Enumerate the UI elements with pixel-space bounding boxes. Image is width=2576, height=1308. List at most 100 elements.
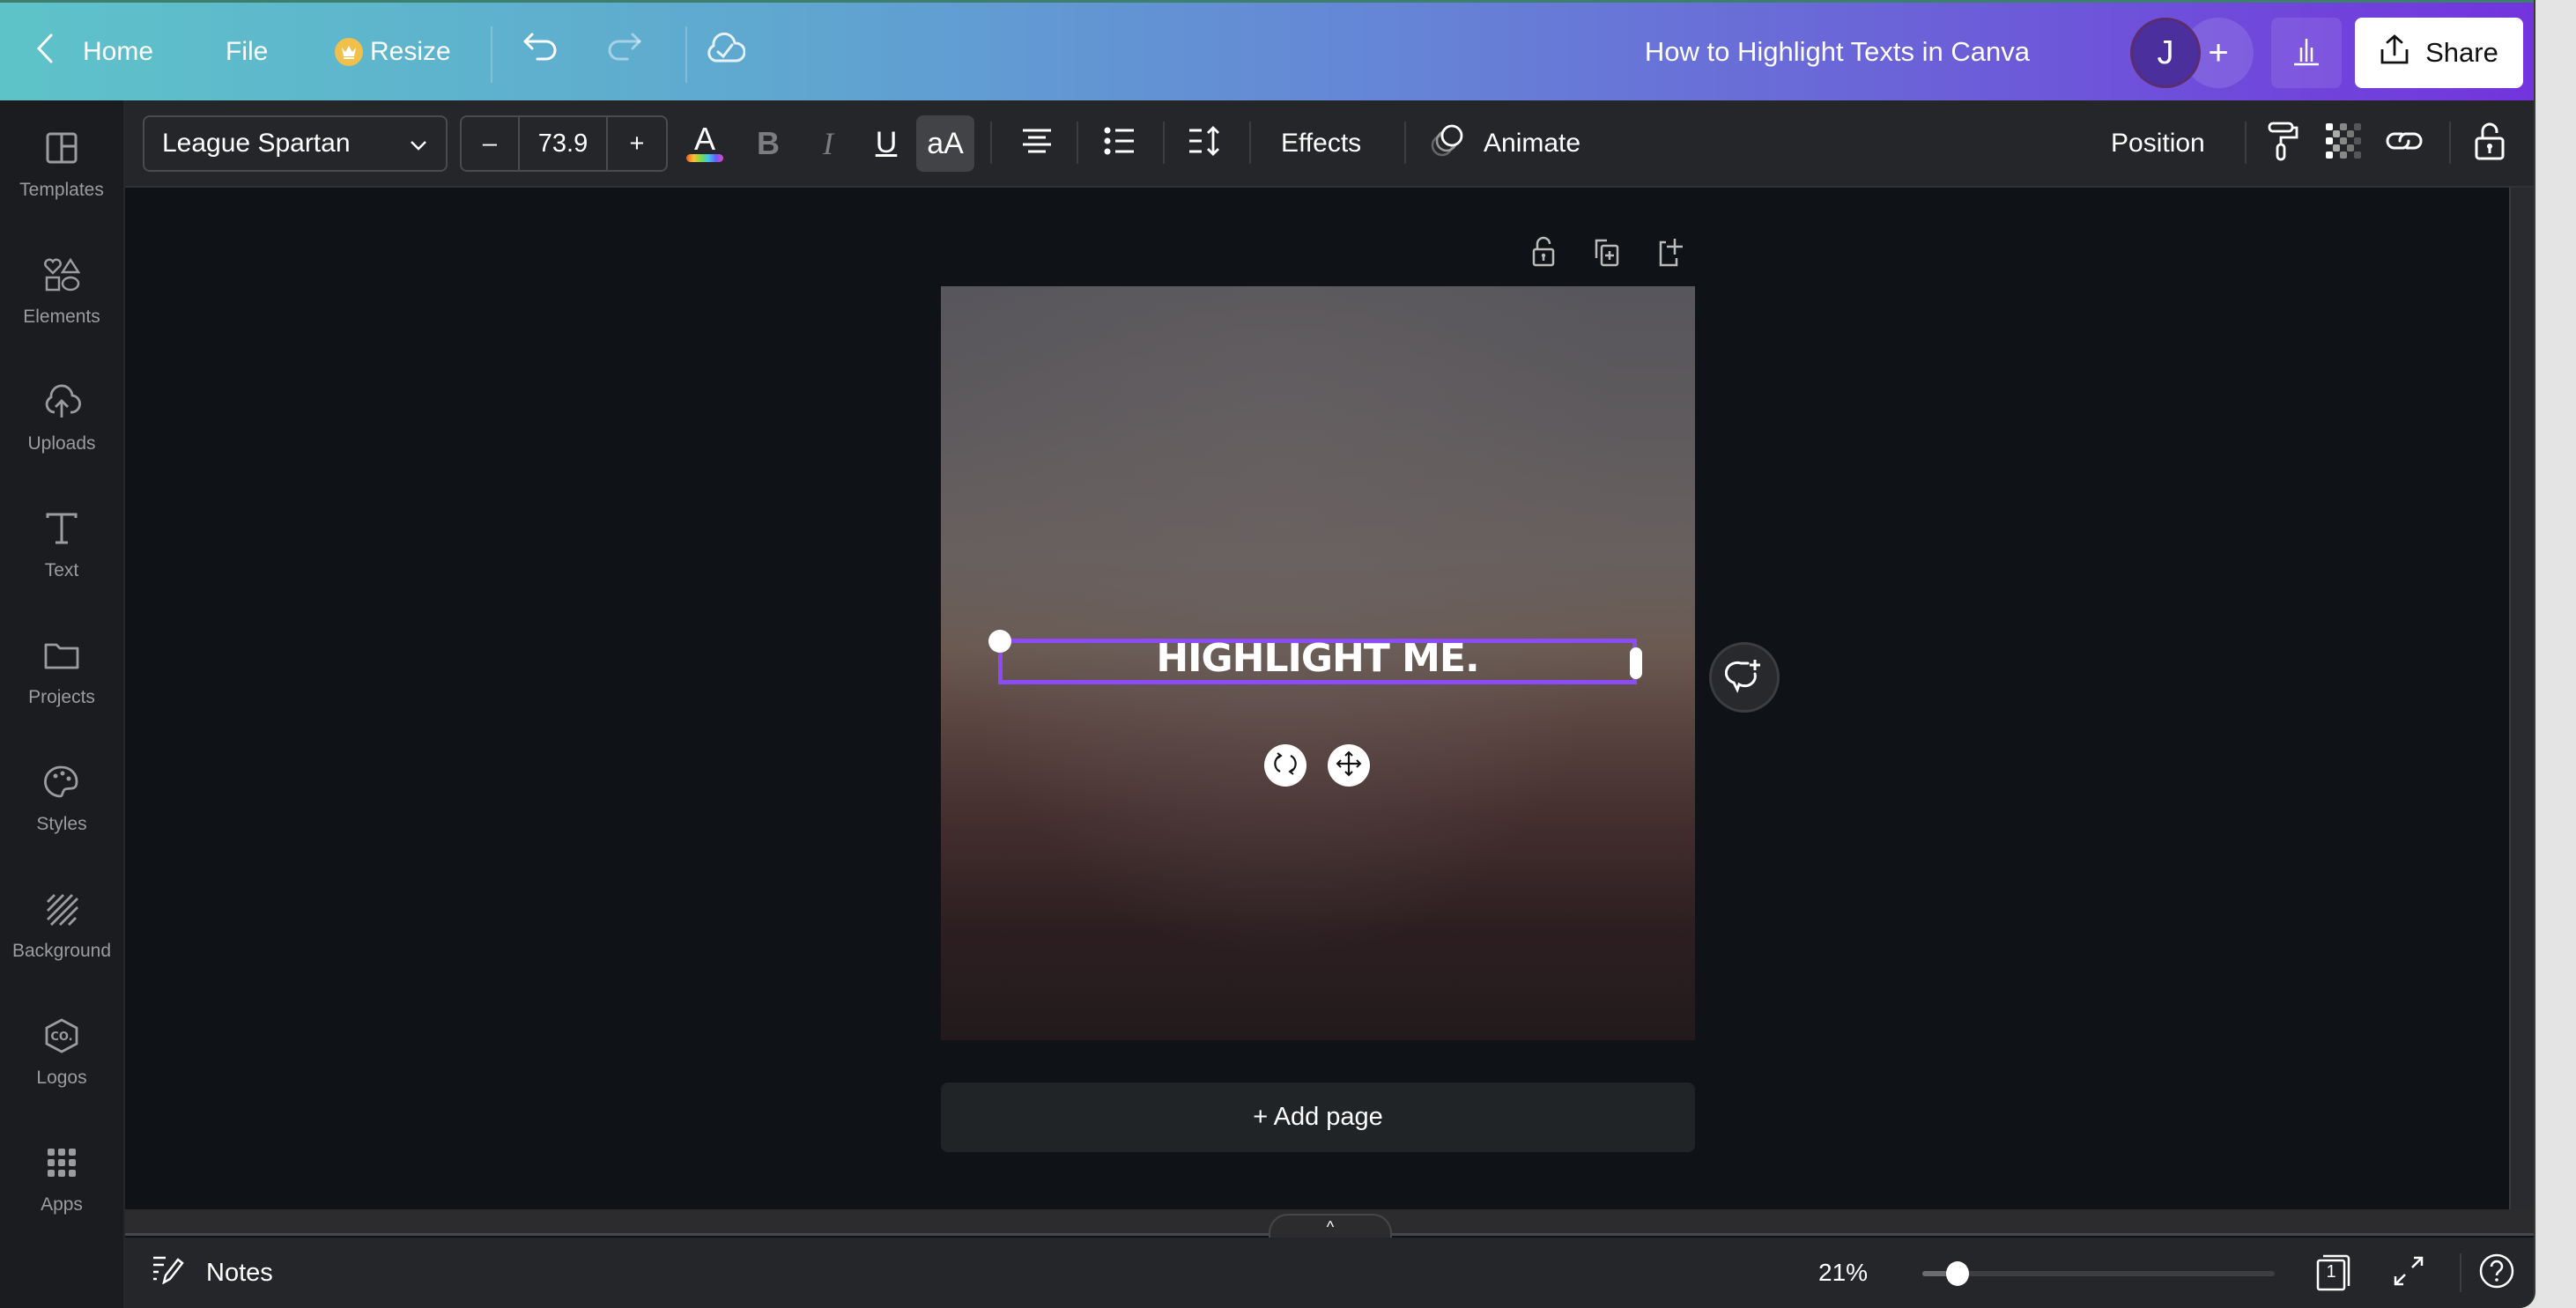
increase-font-size-button[interactable]: + [608,117,666,170]
animate-label: Animate [1484,128,1581,158]
animate-button[interactable]: Animate [1429,100,1580,186]
palette-icon [42,763,81,807]
position-button[interactable]: Position [2111,100,2205,186]
sidebar-item-uploads[interactable]: Uploads [0,361,123,476]
folder-icon [42,636,81,680]
effects-button[interactable]: Effects [1281,100,1361,186]
text-icon [42,509,81,553]
zoom-percentage[interactable]: 21% [1818,1238,1868,1308]
duplicate-page-button[interactable] [1588,234,1626,273]
letter-case-icon: aA [927,126,964,160]
list-button[interactable] [1098,100,1142,186]
crown-icon [335,37,363,66]
bold-button[interactable]: B [749,100,788,186]
undo-button[interactable] [522,3,560,100]
apps-grid-icon [42,1143,81,1187]
add-new-page-button[interactable] [1651,234,1690,273]
link-button[interactable] [2384,100,2424,186]
chevron-down-icon [409,129,428,159]
rotate-button[interactable] [1264,744,1307,787]
sidebar-item-styles[interactable]: Styles [0,742,123,856]
resize-handle-corner[interactable] [988,630,1011,653]
rotate-icon [1273,750,1298,781]
home-label: Home [83,36,154,66]
cloud-check-icon [705,31,746,73]
copy-style-button[interactable] [2266,100,2301,186]
redo-button[interactable] [604,3,643,100]
text-color-button[interactable]: A [685,100,724,186]
sidebar-item-elements[interactable]: Elements [0,234,123,349]
page-count-number: 1 [2326,1262,2336,1282]
zoom-slider-thumb[interactable] [1946,1261,1969,1286]
share-button[interactable]: Share [2355,18,2523,88]
home-button[interactable]: Home [35,3,153,100]
position-label: Position [2111,128,2205,158]
add-page-button[interactable]: + Add page [941,1083,1695,1152]
toolbar-divider [2245,122,2247,164]
add-comment-button[interactable] [1709,642,1780,713]
sidebar-label: Text [44,560,79,580]
decrease-font-size-button[interactable]: – [462,117,520,170]
sidebar-item-background[interactable]: Background [0,868,123,983]
underline-icon: U [875,126,898,159]
notes-pencil-icon [152,1254,187,1291]
share-label: Share [2425,37,2498,68]
resize-label: Resize [370,36,451,66]
sidebar-item-text[interactable]: Text [0,488,123,602]
sidebar-label: Background [11,941,112,961]
save-status-button[interactable] [705,3,746,100]
highlight-text-element[interactable]: HIGHLIGHT ME. [998,630,1637,686]
letter-case-button[interactable]: aA [916,115,974,172]
sidebar-item-projects[interactable]: Projects [0,615,123,729]
resize-handle-side[interactable] [1630,647,1642,679]
transparency-button[interactable] [2326,100,2361,186]
spacing-button[interactable] [1182,100,1226,186]
notes-button[interactable]: Notes [152,1238,273,1308]
bottom-status-bar: Notes 21% 1 [125,1238,2534,1308]
font-size-input[interactable]: 73.9 [520,117,608,170]
move-button[interactable] [1328,744,1370,787]
insights-button[interactable] [2271,18,2342,88]
font-size-stepper: – 73.9 + [460,115,668,172]
link-icon [2384,125,2424,161]
canva-editor-window: Home File Resize How to Highlight Texts … [0,0,2535,1308]
text-formatting-toolbar: League Spartan – 73.9 + A B I U aA Effec… [125,100,2534,188]
comment-plus-icon [1724,656,1764,699]
upload-cloud-icon [42,382,81,426]
help-button[interactable] [2477,1238,2516,1308]
file-menu-button[interactable]: File [226,3,268,100]
chevron-left-icon [35,33,55,71]
font-family-dropdown[interactable]: League Spartan [143,115,448,172]
zoom-slider[interactable] [1922,1261,2275,1286]
italic-button[interactable]: I [809,100,848,186]
vertical-scrollbar[interactable] [2509,188,2534,1209]
footer-divider [2460,1253,2461,1292]
sidebar-label: Projects [28,687,95,707]
sidebar-item-logos[interactable]: CO. Logos [0,995,123,1110]
sidebar-label: Apps [41,1194,83,1215]
share-upload-icon [2380,33,2409,72]
sidebar-item-apps[interactable]: Apps [0,1122,123,1237]
toolbar-divider [2449,122,2451,164]
resize-button[interactable]: Resize [335,3,451,100]
expand-panel-tab[interactable]: ^ [1269,1214,1392,1238]
design-title[interactable]: How to Highlight Texts in Canva [1645,3,2030,100]
user-avatar[interactable]: J [2130,18,2201,88]
left-sidebar: Templates Elements Uploads Text Projects… [0,100,125,1308]
lock-element-button[interactable] [2472,100,2507,186]
italic-icon: I [823,125,833,161]
effects-label: Effects [1281,128,1362,158]
underline-button[interactable]: U [867,100,906,186]
sidebar-label: Templates [19,180,104,200]
templates-icon [42,129,81,173]
toolbar-divider [1249,122,1251,164]
font-family-value: League Spartan [162,129,351,158]
fullscreen-button[interactable] [2389,1238,2428,1308]
help-question-icon [2478,1253,2515,1294]
lock-page-button[interactable] [1524,234,1563,273]
text-align-button[interactable] [1015,100,1059,186]
transparency-checker-icon [2326,123,2361,163]
page-count-button[interactable]: 1 [2313,1238,2356,1308]
sidebar-item-templates[interactable]: Templates [0,107,123,222]
expand-arrows-icon [2393,1255,2424,1291]
